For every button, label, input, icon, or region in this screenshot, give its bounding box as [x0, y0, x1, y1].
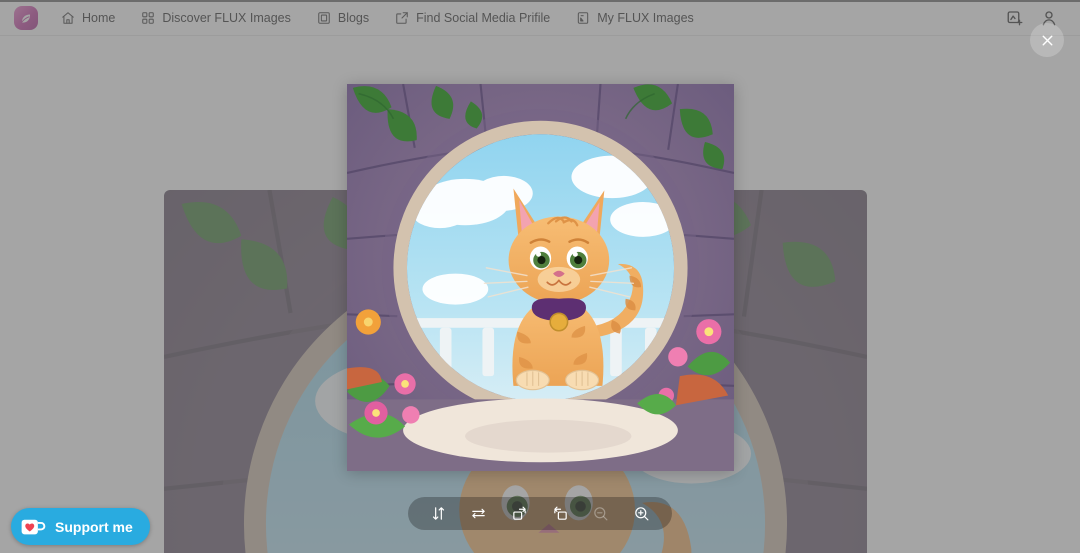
zoom-out-icon	[592, 505, 609, 522]
zoom-in-icon	[633, 505, 650, 522]
rotate-right-icon	[511, 505, 528, 522]
lightbox-close-button[interactable]	[1030, 23, 1064, 57]
zoom-out-button	[590, 503, 612, 525]
support-me-button[interactable]: Support me	[11, 508, 150, 545]
flip-vertical-button[interactable]	[427, 503, 449, 525]
lightbox-preview-image[interactable]	[347, 84, 734, 471]
close-icon	[1039, 32, 1056, 49]
kofi-cup-icon	[20, 517, 46, 537]
app-root: Home Discover FLUX Images	[0, 0, 1080, 553]
flip-vertical-icon	[430, 505, 447, 522]
lightbox-toolbar	[408, 497, 672, 530]
flip-horizontal-button[interactable]	[468, 503, 490, 525]
rotate-left-button[interactable]	[549, 503, 571, 525]
rotate-left-icon	[552, 505, 569, 522]
lightbox-artwork	[347, 84, 734, 471]
support-me-label: Support me	[55, 518, 133, 535]
zoom-in-button[interactable]	[631, 503, 653, 525]
rotate-right-button[interactable]	[509, 503, 531, 525]
flip-horizontal-icon	[470, 505, 487, 522]
